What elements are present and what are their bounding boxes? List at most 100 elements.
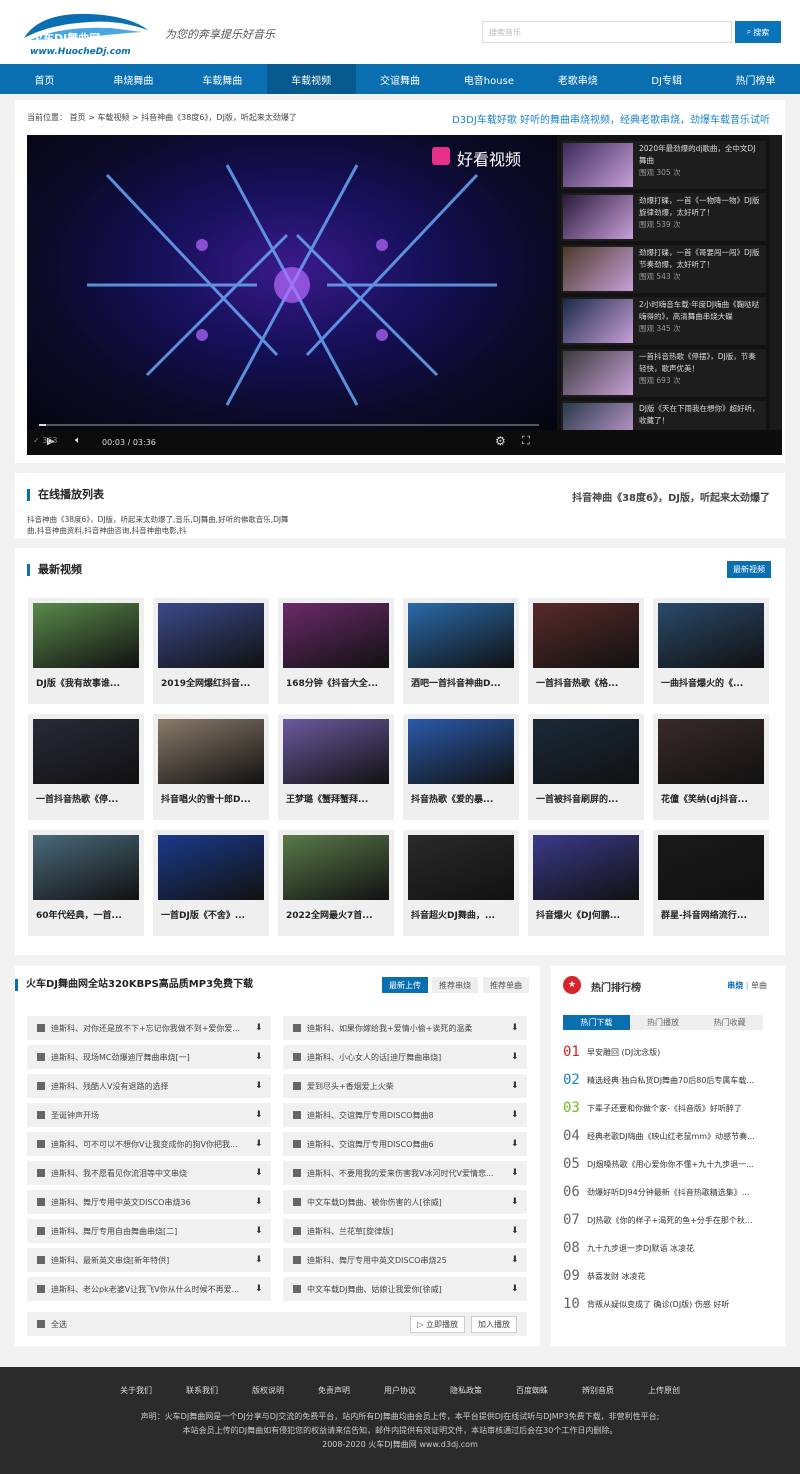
- related-video-thumbnail[interactable]: [563, 195, 633, 239]
- video-card[interactable]: 王梦璐《蟹拜蟹拜...: [278, 714, 394, 820]
- ranking-item[interactable]: 04 经典老歌DJ嗨曲《映山红老鼠mm》动感节奏...: [563, 1122, 775, 1150]
- download-icon[interactable]: ⬇: [255, 1255, 263, 1265]
- video-thumbnail[interactable]: [658, 835, 764, 900]
- nav-item[interactable]: 车载视频: [266, 64, 356, 94]
- video-thumbnail[interactable]: [408, 835, 514, 900]
- song-row[interactable]: 爱到尽头+香烟爱上火柴 ⬇: [283, 1074, 527, 1098]
- ranking-item[interactable]: 03 下辈子还要和你做个家-《抖音版》好听醉了: [563, 1094, 775, 1122]
- video-thumbnail[interactable]: [408, 603, 514, 668]
- song-row[interactable]: 迪斯科、交谊舞厅专用DISCO舞曲8 ⬇: [283, 1103, 527, 1127]
- download-icon[interactable]: ⬇: [255, 1284, 263, 1294]
- download-icon[interactable]: ⬇: [511, 1052, 519, 1062]
- video-title[interactable]: 抖音爆火《DJ何鹏...: [528, 905, 644, 924]
- download-icon[interactable]: ⬇: [255, 1052, 263, 1062]
- song-title[interactable]: 迪斯科、舞厅专用中英文DISCO串烧25: [307, 1255, 507, 1266]
- song-checkbox[interactable]: [37, 1053, 45, 1061]
- song-row[interactable]: 迪斯科、不要用我的爱来伤害我V冰河时代V爱情悲... ⬇: [283, 1161, 527, 1185]
- video-title[interactable]: 抖音超火DJ舞曲，...: [403, 905, 519, 924]
- song-row[interactable]: 迪斯科、老公pk老婆V让我飞V你从什么时候不再爱... ⬇: [27, 1277, 271, 1301]
- video-title[interactable]: 一首DJ版《不舍》...: [153, 905, 269, 924]
- ranking-item[interactable]: 10 背叛从疑似变成了 确诊(DJ版) 伤感 好听: [563, 1290, 775, 1318]
- settings-icon[interactable]: ⚙: [495, 434, 506, 448]
- song-checkbox[interactable]: [293, 1053, 301, 1061]
- ranking-title[interactable]: 恭喜发财 冰凌花: [587, 1271, 646, 1282]
- video-card[interactable]: 168分钟《抖音大全...: [278, 598, 394, 704]
- song-checkbox[interactable]: [293, 1198, 301, 1206]
- song-checkbox[interactable]: [293, 1285, 301, 1293]
- ranking-title[interactable]: 劲爆好听DJ94分钟最新《抖音热歌精选集》...: [587, 1187, 749, 1198]
- breadcrumb-home[interactable]: 首页: [70, 113, 86, 122]
- footer-link[interactable]: 联系我们: [186, 1385, 218, 1396]
- footer-link[interactable]: 百度蜘蛛: [516, 1385, 548, 1396]
- ranking-item[interactable]: 02 精选经典·独白私货DJ舞曲70后80后专属车载...: [563, 1066, 775, 1094]
- song-checkbox[interactable]: [37, 1256, 45, 1264]
- nav-item[interactable]: 交谊舞曲: [356, 64, 445, 94]
- add-to-play-button[interactable]: 加入播放: [471, 1315, 517, 1333]
- ranking-title[interactable]: 背叛从疑似变成了 确诊(DJ版) 伤感 好听: [587, 1299, 729, 1310]
- related-video-item[interactable]: 劲爆打碟，一首《一物降一物》DJ版旋律劲爆，太好听了！ 围观 539 次: [561, 193, 766, 241]
- video-title[interactable]: 酒吧一首抖音神曲D...: [403, 673, 519, 692]
- tab-latest-upload[interactable]: 最新上传: [382, 977, 428, 993]
- video-title[interactable]: 2022全网最火7首...: [278, 905, 394, 924]
- breadcrumb-category[interactable]: 车载视频: [97, 113, 129, 122]
- song-row[interactable]: 迪斯科、最新英文串烧[新年特供] ⬇: [27, 1248, 271, 1272]
- ranking-item[interactable]: 01 早安雕回 (DJ沈念版): [563, 1038, 775, 1066]
- latest-videos-button[interactable]: 最新视频: [727, 561, 771, 578]
- video-title[interactable]: 王梦璐《蟹拜蟹拜...: [278, 789, 394, 808]
- ranking-item[interactable]: 09 恭喜发财 冰凌花: [563, 1262, 775, 1290]
- download-icon[interactable]: ⬇: [511, 1197, 519, 1207]
- video-card[interactable]: 一首抖音热歌《停...: [28, 714, 144, 820]
- video-thumbnail[interactable]: [658, 603, 764, 668]
- video-card[interactable]: 酒吧一首抖音神曲D...: [403, 598, 519, 704]
- related-video-item[interactable]: 2020年最劲爆的dj歌曲，全中文DJ舞曲 围观 305 次: [561, 141, 766, 189]
- video-thumbnail[interactable]: [283, 603, 389, 668]
- song-title[interactable]: 中文车载DJ舞曲、被你伤害的人[徐威]: [307, 1197, 507, 1208]
- footer-link[interactable]: 免责声明: [318, 1385, 350, 1396]
- video-title[interactable]: 群星-抖音网络流行...: [653, 905, 769, 924]
- video-thumbnail[interactable]: [158, 835, 264, 900]
- video-title[interactable]: 花僮《笑纳(dj抖音...: [653, 789, 769, 808]
- tab-recommended-single[interactable]: 推荐单曲: [483, 977, 529, 993]
- video-title[interactable]: 一首被抖音刷屏的...: [528, 789, 644, 808]
- song-checkbox[interactable]: [37, 1169, 45, 1177]
- song-checkbox[interactable]: [293, 1256, 301, 1264]
- video-title[interactable]: 168分钟《抖音大全...: [278, 673, 394, 692]
- video-card[interactable]: 抖音爆火《DJ何鹏...: [528, 830, 644, 936]
- video-title[interactable]: DJ版《我有故事谁...: [28, 673, 144, 692]
- song-row[interactable]: 中文车载DJ舞曲、被你伤害的人[徐威] ⬇: [283, 1190, 527, 1214]
- song-row[interactable]: 迪斯科、舞厅专用中英文DISCO串烧25 ⬇: [283, 1248, 527, 1272]
- search-button[interactable]: ⌕ 搜索: [735, 21, 781, 43]
- video-thumbnail[interactable]: [283, 719, 389, 784]
- tab-hot-favorite[interactable]: 热门收藏: [696, 1015, 763, 1030]
- song-checkbox[interactable]: [37, 1198, 45, 1206]
- song-checkbox[interactable]: [293, 1111, 301, 1119]
- video-card[interactable]: DJ版《我有故事谁...: [28, 598, 144, 704]
- select-all-label[interactable]: 全选: [51, 1319, 67, 1330]
- video-thumbnail[interactable]: [533, 719, 639, 784]
- song-title[interactable]: 迪斯科、交谊舞厅专用DISCO舞曲6: [307, 1139, 507, 1150]
- video-title[interactable]: 一首抖音热歌《格...: [528, 673, 644, 692]
- ranking-title[interactable]: 早安雕回 (DJ沈念版): [587, 1047, 660, 1058]
- related-video-thumbnail[interactable]: [563, 143, 633, 187]
- song-title[interactable]: 迪斯科、舞厅专用中英文DISCO串烧36: [51, 1197, 251, 1208]
- song-title[interactable]: 迪斯科、如果你嫁给我+爱情小偷+诶死的温柔: [307, 1023, 507, 1034]
- video-card[interactable]: 60年代经典，一首...: [28, 830, 144, 936]
- footer-link[interactable]: 上传原创: [648, 1385, 680, 1396]
- song-checkbox[interactable]: [293, 1024, 301, 1032]
- video-card[interactable]: 一首DJ版《不舍》...: [153, 830, 269, 936]
- nav-item[interactable]: 热门榜单: [711, 64, 800, 94]
- play-now-button[interactable]: ▷ 立即播放: [410, 1315, 465, 1333]
- song-title[interactable]: 迪斯科、舞厅专用自由舞曲串烧[二]: [51, 1226, 251, 1237]
- song-title[interactable]: 迪斯科、老公pk老婆V让我飞V你从什么时候不再爱...: [51, 1284, 251, 1295]
- song-checkbox[interactable]: [37, 1024, 45, 1032]
- video-thumbnail[interactable]: [33, 835, 139, 900]
- related-video-title[interactable]: 2020年最劲爆的dj歌曲，全中文DJ舞曲: [639, 143, 762, 167]
- ranking-title[interactable]: 精选经典·独白私货DJ舞曲70后80后专属车载...: [587, 1075, 754, 1086]
- song-checkbox[interactable]: [37, 1227, 45, 1235]
- tab-hot-download[interactable]: 热门下载: [563, 1015, 630, 1030]
- song-title[interactable]: 迪斯科、可不可以不想你V让我变成你的狗V你把我...: [51, 1139, 251, 1150]
- download-icon[interactable]: ⬇: [511, 1081, 519, 1091]
- related-video-title[interactable]: 一首抖音热歌《停摆》，DJ版，节奏轻快，歌声优美！: [639, 351, 762, 375]
- song-row[interactable]: 迪斯科、残酷人V没有退路的选择 ⬇: [27, 1074, 271, 1098]
- song-row[interactable]: 迪斯科、如果你嫁给我+爱情小偷+诶死的温柔 ⬇: [283, 1016, 527, 1040]
